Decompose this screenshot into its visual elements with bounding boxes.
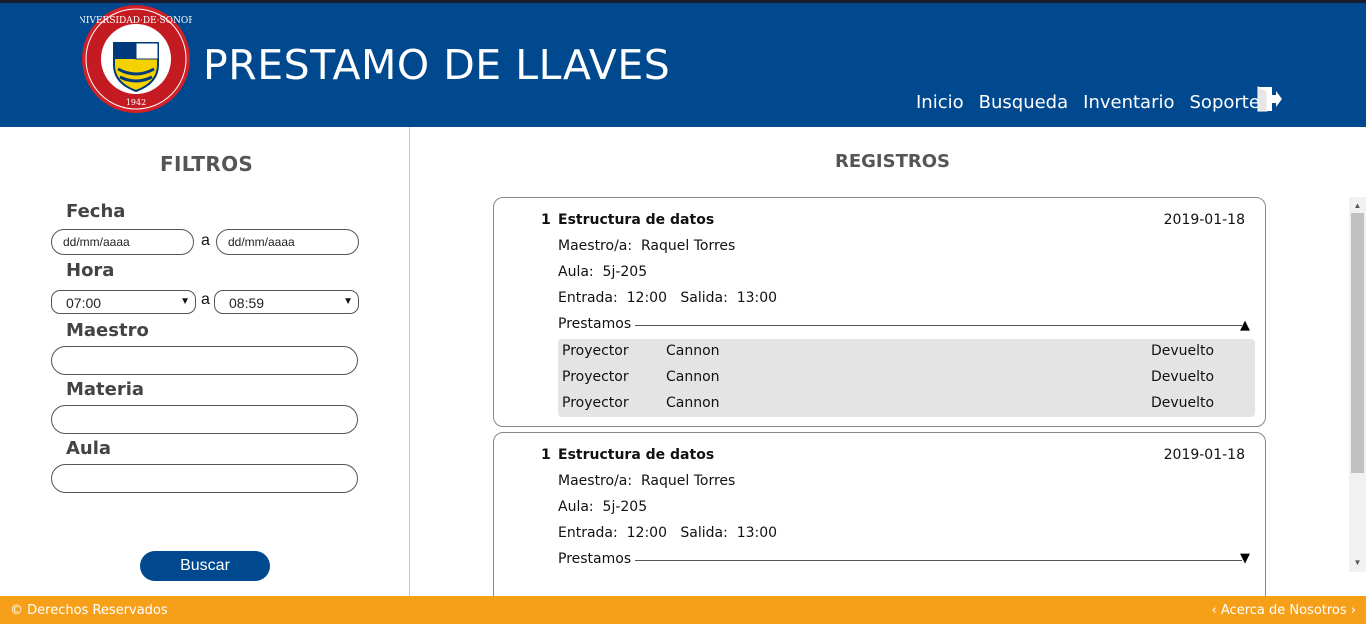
fecha-range-separator: a <box>201 232 210 249</box>
loan-brand: Cannon <box>666 343 720 359</box>
filters-title: FILTROS <box>160 152 254 176</box>
hora-range-separator: a <box>201 291 210 308</box>
registro-card: 1 Estructura de datos 2019-01-18 Maestro… <box>493 197 1266 427</box>
in-time: 12:00 <box>626 290 667 306</box>
loan-item: Proyector <box>562 395 629 411</box>
in-time: 12:00 <box>626 525 667 541</box>
materia-input[interactable] <box>51 405 358 434</box>
teacher-name: Raquel Torres <box>641 473 736 489</box>
hora-from-select[interactable]: 07:00 ▼ <box>51 290 196 314</box>
loan-item: Proyector <box>562 369 629 385</box>
fecha-from-input[interactable]: dd/mm/aaaa <box>51 229 194 255</box>
hora-label: Hora <box>66 260 115 281</box>
scrollbar-thumb[interactable] <box>1351 213 1364 473</box>
hora-from-value: 07:00 <box>66 295 102 311</box>
registro-teacher-line: Maestro/a: Raquel Torres <box>558 238 735 254</box>
materia-label: Materia <box>66 379 145 400</box>
teacher-name: Raquel Torres <box>641 238 736 254</box>
aula-input[interactable] <box>51 464 358 493</box>
registro-time-line: Entrada: 12:00 Salida: 13:00 <box>558 525 777 541</box>
collapse-toggle-icon[interactable]: ▲ <box>1240 318 1250 333</box>
registro-card: 1 Estructura de datos 2019-01-18 Maestro… <box>493 432 1266 596</box>
filters-panel: FILTROS Fecha dd/mm/aaaa a dd/mm/aaaa Ho… <box>0 127 410 596</box>
university-seal-logo: UNIVERSIDAD·DE·SONORA 1942 <box>80 5 192 113</box>
prestamos-label: Prestamos <box>558 551 632 567</box>
aula-label: Aula <box>66 438 112 459</box>
registro-time-line: Entrada: 12:00 Salida: 13:00 <box>558 290 777 306</box>
svg-text:UNIVERSIDAD·DE·SONORA: UNIVERSIDAD·DE·SONORA <box>80 16 192 26</box>
chevron-down-icon: ▼ <box>343 296 353 307</box>
registros-panel: REGISTROS 1 Estructura de datos 2019-01-… <box>411 127 1366 596</box>
loan-row: Proyector Cannon Devuelto <box>558 391 1255 417</box>
nav-inicio[interactable]: Inicio <box>916 92 964 113</box>
maestro-label: Maestro <box>66 320 149 341</box>
bottom-strip <box>0 624 1366 628</box>
fecha-to-input[interactable]: dd/mm/aaaa <box>216 229 359 255</box>
out-time: 13:00 <box>736 290 778 306</box>
registros-title: REGISTROS <box>835 151 950 172</box>
loan-status: Devuelto <box>1151 343 1215 359</box>
registro-date: 2019-01-18 <box>1163 447 1245 463</box>
loan-row: Proyector Cannon Devuelto <box>558 365 1255 391</box>
loan-brand: Cannon <box>666 395 720 411</box>
room-value: 5j-205 <box>602 499 648 515</box>
main-nav: Inicio Busqueda Inventario Soporte <box>916 92 1275 113</box>
room-label: Aula: <box>558 499 594 515</box>
hora-to-value: 08:59 <box>229 295 265 311</box>
chevron-down-icon: ▼ <box>180 296 190 307</box>
copyright-text: © Derechos Reservados <box>10 603 168 618</box>
buscar-button[interactable]: Buscar <box>140 551 270 581</box>
svg-text:1942: 1942 <box>126 98 146 107</box>
header: UNIVERSIDAD·DE·SONORA 1942 PRESTAMO DE L… <box>0 3 1366 127</box>
registro-teacher-line: Maestro/a: Raquel Torres <box>558 473 735 489</box>
room-label: Aula: <box>558 264 594 280</box>
loan-item: Proyector <box>562 343 629 359</box>
loans-table: Proyector Cannon Devuelto Proyector Cann… <box>558 339 1255 417</box>
loan-brand: Cannon <box>666 369 720 385</box>
prestamos-divider <box>635 324 1242 326</box>
logout-icon[interactable] <box>1256 86 1282 112</box>
fecha-label: Fecha <box>66 201 126 222</box>
teacher-label: Maestro/a: <box>558 473 633 489</box>
out-label: Salida: <box>680 525 728 541</box>
hora-to-select[interactable]: 08:59 ▼ <box>214 290 359 314</box>
registro-room-line: Aula: 5j-205 <box>558 264 647 280</box>
in-label: Entrada: <box>558 525 618 541</box>
scroll-down-arrow-icon[interactable]: ▼ <box>1349 556 1366 570</box>
nav-inventario[interactable]: Inventario <box>1083 92 1174 113</box>
room-value: 5j-205 <box>602 264 648 280</box>
loan-status: Devuelto <box>1151 395 1215 411</box>
prestamos-divider <box>635 559 1242 561</box>
app-title: PRESTAMO DE LLAVES <box>203 41 671 89</box>
expand-toggle-icon[interactable]: ▼ <box>1240 551 1250 566</box>
out-label: Salida: <box>680 290 728 306</box>
in-label: Entrada: <box>558 290 618 306</box>
footer: © Derechos Reservados ‹ Acerca de Nosotr… <box>0 596 1366 624</box>
loan-row: Proyector Cannon Devuelto <box>558 339 1255 365</box>
maestro-input[interactable] <box>51 346 358 375</box>
nav-soporte[interactable]: Soporte <box>1190 92 1260 113</box>
registro-room-line: Aula: 5j-205 <box>558 499 647 515</box>
loan-status: Devuelto <box>1151 369 1215 385</box>
prestamos-header: Prestamos <box>558 316 1242 332</box>
registro-course: Estructura de datos <box>558 212 715 228</box>
registro-course: Estructura de datos <box>558 447 715 463</box>
out-time: 13:00 <box>736 525 778 541</box>
scroll-up-arrow-icon[interactable]: ▲ <box>1349 199 1366 213</box>
registros-scrollbar[interactable]: ▲ ▼ <box>1349 197 1366 572</box>
prestamos-label: Prestamos <box>558 316 632 332</box>
registro-number: 1 <box>541 447 551 463</box>
prestamos-header: Prestamos <box>558 551 1242 567</box>
about-us-link[interactable]: ‹ Acerca de Nosotros › <box>1212 603 1356 618</box>
nav-busqueda[interactable]: Busqueda <box>979 92 1069 113</box>
teacher-label: Maestro/a: <box>558 238 633 254</box>
registro-date: 2019-01-18 <box>1163 212 1245 228</box>
registro-number: 1 <box>541 212 551 228</box>
